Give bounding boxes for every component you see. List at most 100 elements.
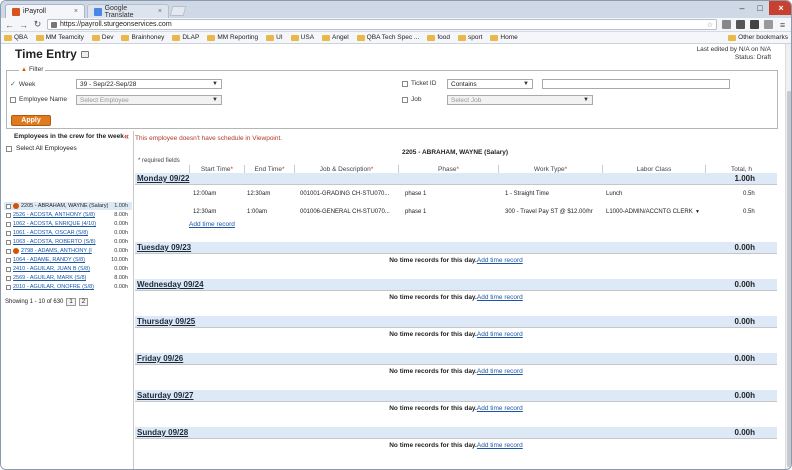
bookmark-item[interactable]: MM Reporting bbox=[207, 34, 258, 41]
page-2-button[interactable]: 2 bbox=[78, 298, 89, 306]
employee-checkbox[interactable] bbox=[6, 266, 11, 272]
employee-checkbox[interactable] bbox=[6, 248, 11, 254]
employee-name[interactable]: 1061 - ACOSTA, OSCAR (S/8) bbox=[13, 230, 88, 236]
menu-icon[interactable]: ≡ bbox=[778, 20, 787, 30]
labor-class[interactable]: L1000-ADMIN/ACCNTG CLERK bbox=[606, 209, 693, 215]
day-name[interactable]: Friday 09/26 bbox=[137, 354, 183, 363]
start-time[interactable]: 12:00am bbox=[193, 191, 216, 197]
close-tab-icon[interactable]: × bbox=[74, 8, 78, 15]
employee-row[interactable]: 2410 - AGUILAR, JUAN B (S/8) 0.00h bbox=[4, 265, 132, 273]
add-time-record-link[interactable]: Add time record bbox=[477, 405, 523, 412]
ticket-id-input[interactable] bbox=[542, 79, 730, 89]
page-1-button[interactable]: 1 bbox=[66, 298, 76, 306]
bookmark-item[interactable]: Angel bbox=[322, 34, 349, 41]
extension-icon[interactable] bbox=[722, 20, 731, 29]
star-icon[interactable]: ☆ bbox=[707, 21, 713, 29]
employee-name[interactable]: 1063 - ACOSTA, ROBERTO (S/8) bbox=[13, 239, 96, 245]
bookmark-item[interactable]: UI bbox=[266, 34, 283, 41]
new-tab-button[interactable] bbox=[169, 6, 187, 16]
day-name[interactable]: Saturday 09/27 bbox=[137, 391, 193, 400]
day-name[interactable]: Wednesday 09/24 bbox=[137, 280, 204, 289]
employee-row[interactable]: 2526 - ACOSTA, ANTHONY (S/8) 8.00h bbox=[4, 211, 132, 219]
employee-name[interactable]: 2569 - AGUILAR, MARK (S/8) bbox=[13, 275, 86, 281]
job-checkbox[interactable] bbox=[402, 96, 408, 103]
employee-checkbox[interactable] bbox=[6, 212, 11, 218]
select-all-checkbox[interactable] bbox=[6, 145, 12, 152]
close-tab-icon[interactable]: × bbox=[158, 8, 162, 15]
employee-name[interactable]: 1064 - ADAME, RANDY (S/8) bbox=[13, 257, 85, 263]
reload-icon[interactable]: ↻ bbox=[33, 19, 42, 30]
employee-row[interactable]: 1062 - ACOSTA, ENRIQUE (4/10) 0.00h bbox=[4, 220, 132, 228]
employee-checkbox[interactable] bbox=[6, 203, 11, 209]
employee-row[interactable]: 1064 - ADAME, RANDY (S/8) 10.00h bbox=[4, 256, 132, 264]
employee-checkbox[interactable] bbox=[6, 239, 11, 245]
printer-icon[interactable] bbox=[80, 50, 89, 58]
filter-legend[interactable]: ▲ Filter bbox=[19, 66, 46, 73]
bookmark-item[interactable]: QBA Tech Spec ... bbox=[356, 34, 419, 41]
end-time[interactable]: 12:30am bbox=[247, 191, 270, 197]
forward-arrow-icon[interactable]: → bbox=[19, 20, 28, 30]
bookmark-item[interactable]: QBA bbox=[4, 34, 28, 41]
employee-name[interactable]: 2010 - AGUILAR, ONOFRE (S/8) bbox=[13, 284, 94, 290]
bookmark-item[interactable]: USA bbox=[290, 34, 314, 41]
minimize-button[interactable]: – bbox=[733, 1, 751, 15]
tab-ipayroll[interactable]: iPayroll × bbox=[5, 4, 85, 18]
day-name[interactable]: Thursday 09/25 bbox=[137, 317, 195, 326]
employee-checkbox[interactable] bbox=[6, 284, 11, 290]
add-time-record-link[interactable]: Add time record bbox=[477, 442, 523, 449]
ticket-checkbox[interactable] bbox=[402, 80, 408, 87]
add-time-record-link[interactable]: Add time record bbox=[477, 257, 523, 264]
employee-row[interactable]: 2798 - ADAMS, ANTHONY (I 0.00h bbox=[4, 247, 132, 255]
employee-row[interactable]: 1063 - ACOSTA, ROBERTO (S/8) 0.00h bbox=[4, 238, 132, 246]
bookmark-item[interactable]: Home bbox=[490, 34, 518, 41]
address-bar[interactable]: https://payroll.sturgeonservices.com ☆ bbox=[47, 19, 717, 30]
maximize-button[interactable]: □ bbox=[751, 1, 769, 15]
job-description[interactable]: 001006-GENERAL CH-STU070... bbox=[300, 209, 390, 215]
employee-checkbox[interactable] bbox=[6, 230, 11, 236]
add-time-record-link[interactable]: Add time record bbox=[477, 294, 523, 301]
job-description[interactable]: 001001-GRADING CH-STU070... bbox=[300, 191, 389, 197]
employee-row[interactable]: 2205 - ABRAHAM, WAYNE (Salary) 1.00h bbox=[4, 202, 132, 210]
bookmark-item[interactable]: MM Teamcity bbox=[35, 34, 84, 41]
checkmark-icon[interactable]: ✓ bbox=[10, 80, 16, 88]
employee-select[interactable]: Select Employee ▼ bbox=[76, 95, 222, 105]
employee-row[interactable]: 2569 - AGUILAR, MARK (S/8) 8.00h bbox=[4, 274, 132, 282]
add-time-record-link[interactable]: Add time record bbox=[189, 221, 235, 228]
add-time-record-link[interactable]: Add time record bbox=[477, 331, 523, 338]
start-time[interactable]: 12:30am bbox=[193, 209, 216, 215]
extension-icon[interactable] bbox=[764, 20, 773, 29]
employee-name[interactable]: 1062 - ACOSTA, ENRIQUE (4/10) bbox=[13, 221, 96, 227]
employee-checkbox[interactable] bbox=[10, 96, 16, 103]
labor-class[interactable]: Lunch bbox=[606, 191, 622, 197]
extension-icon[interactable] bbox=[736, 20, 745, 29]
employee-name[interactable]: 2410 - AGUILAR, JUAN B (S/8) bbox=[13, 266, 90, 272]
day-name[interactable]: Monday 09/22 bbox=[137, 174, 189, 183]
bookmark-item[interactable]: Dev bbox=[91, 34, 113, 41]
job-select[interactable]: Select Job ▼ bbox=[447, 95, 593, 105]
employee-name[interactable]: 2798 - ADAMS, ANTHONY (I bbox=[21, 248, 92, 254]
extension-icon[interactable] bbox=[750, 20, 759, 29]
end-time[interactable]: 1:00am bbox=[247, 209, 267, 215]
bookmark-item[interactable]: Brainhoney bbox=[121, 34, 164, 41]
employee-row[interactable]: 2010 - AGUILAR, ONOFRE (S/8) 0.00h bbox=[4, 283, 132, 291]
add-time-record-link[interactable]: Add time record bbox=[477, 368, 523, 375]
select-all-employees[interactable]: Select All Employees bbox=[6, 145, 77, 152]
employee-name[interactable]: 2205 - ABRAHAM, WAYNE (Salary) bbox=[21, 203, 108, 209]
tab-google-translate[interactable]: Google Translate × bbox=[87, 4, 169, 19]
scrollbar[interactable] bbox=[785, 44, 791, 469]
collapse-panel-icon[interactable]: « bbox=[124, 131, 129, 141]
work-type[interactable]: 300 - Travel Pay ST @ $12.00/hr bbox=[505, 209, 593, 215]
employee-name[interactable]: 2526 - ACOSTA, ANTHONY (S/8) bbox=[13, 212, 95, 218]
day-name[interactable]: Tuesday 09/23 bbox=[137, 243, 191, 252]
employee-checkbox[interactable] bbox=[6, 257, 11, 263]
employee-row[interactable]: 1061 - ACOSTA, OSCAR (S/8) 0.00h bbox=[4, 229, 132, 237]
other-bookmarks[interactable]: Other bookmarks bbox=[728, 34, 788, 41]
chevron-down-icon[interactable]: ▼ bbox=[695, 209, 700, 215]
back-arrow-icon[interactable]: ← bbox=[5, 20, 14, 30]
phase[interactable]: phase 1 bbox=[405, 191, 426, 197]
close-window-button[interactable]: × bbox=[769, 1, 791, 15]
scrollbar-thumb[interactable] bbox=[787, 91, 791, 467]
bookmark-item[interactable]: food bbox=[427, 34, 450, 41]
employee-checkbox[interactable] bbox=[6, 275, 11, 281]
day-name[interactable]: Sunday 09/28 bbox=[137, 428, 188, 437]
